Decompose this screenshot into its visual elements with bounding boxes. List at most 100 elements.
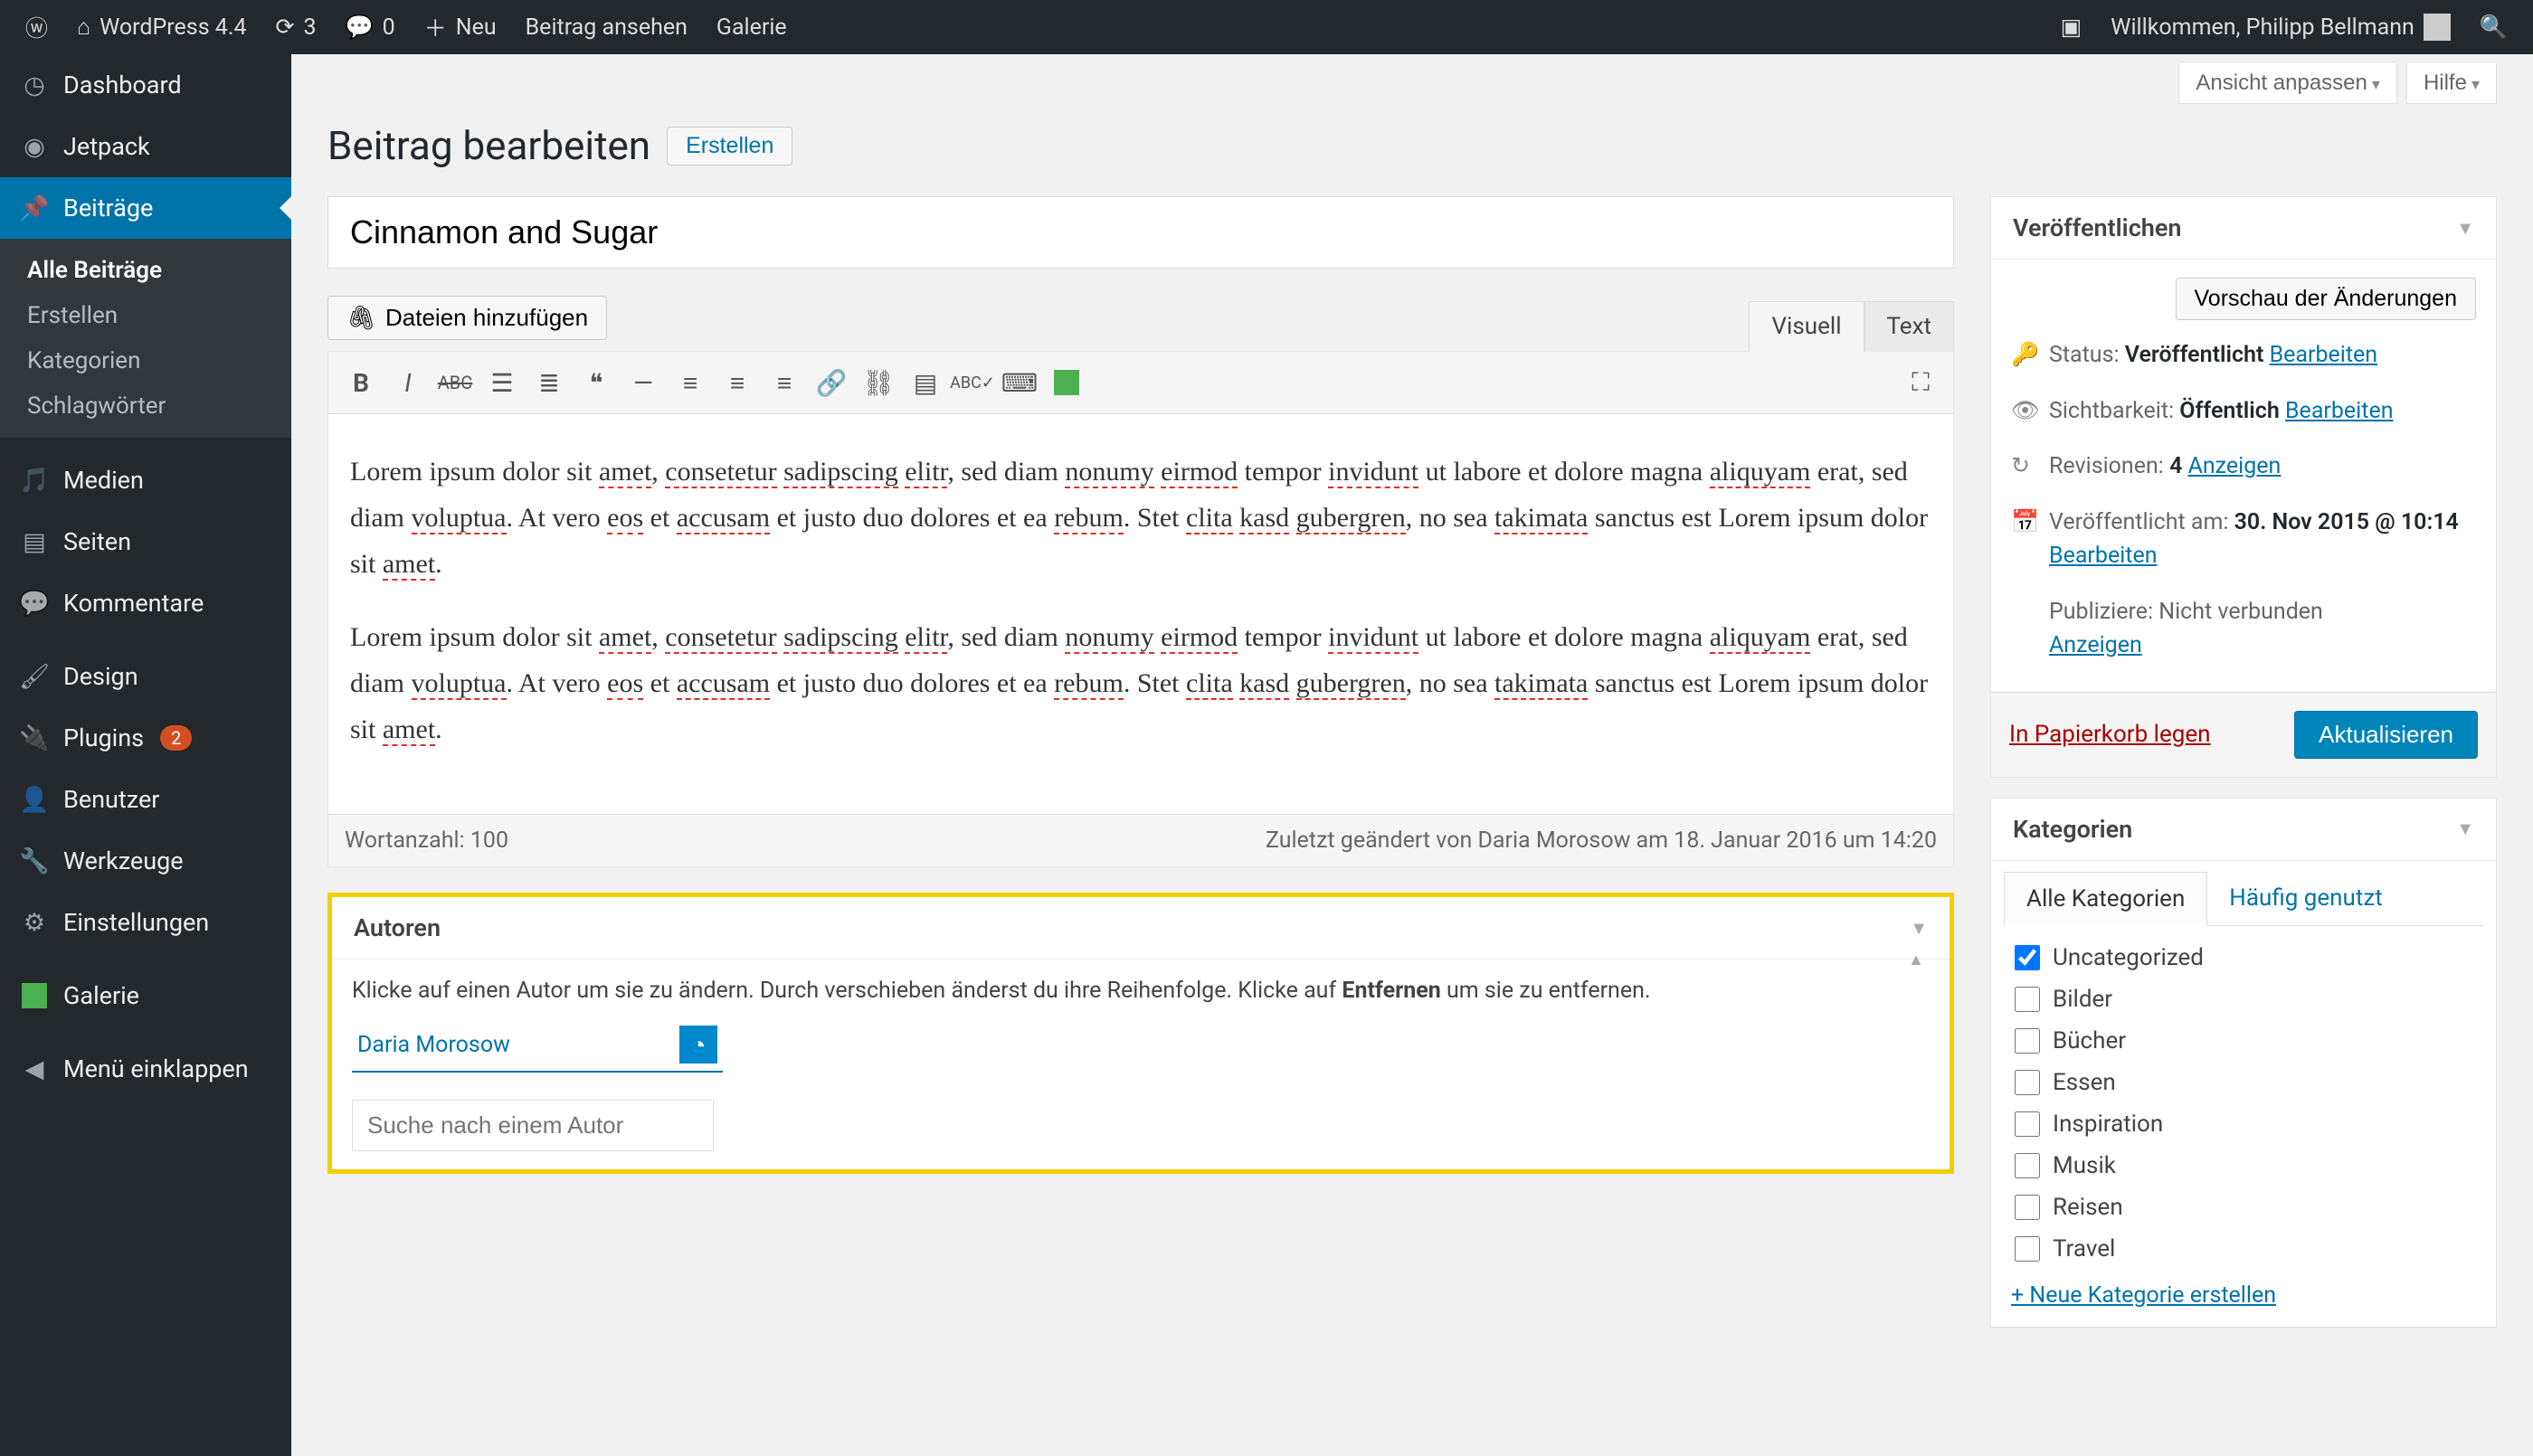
toolbar-toggle-button[interactable]: ⌨ [998,361,1041,404]
category-item[interactable]: Essen [2011,1062,2471,1103]
notifications-button[interactable]: ▣ [2046,0,2097,54]
publish-metabox-header[interactable]: Veröffentlichen▼ [1991,197,2496,260]
tab-most-used-categories[interactable]: Häufig genutzt [2207,872,2404,925]
category-item[interactable]: Reisen [2011,1187,2471,1228]
comments-count: 0 [383,14,395,41]
sidebar-item-kommentare[interactable]: 💬Kommentare [0,572,291,634]
preview-button[interactable]: Vorschau der Änderungen [2176,278,2477,320]
author-chip[interactable]: Daria Morosow◔ [352,1018,723,1073]
category-checkbox[interactable] [2015,1111,2040,1137]
tab-visual[interactable]: Visuell [1749,301,1864,352]
sidebar-item-design[interactable]: 🖌Design [0,645,291,707]
sidebar-item-seiten[interactable]: ▤Seiten [0,511,291,572]
hr-button[interactable]: — [621,361,665,404]
avatar [2424,14,2451,41]
category-checkbox[interactable] [2015,1028,2040,1054]
align-left-button[interactable]: ≡ [669,361,712,404]
toolbar-gallery[interactable]: Galerie [702,0,802,54]
wp-logo[interactable]: ⓦ [11,0,62,54]
content-area: Ansicht anpassen Hilfe Beitrag bearbeite… [291,54,2533,1456]
edit-status-link[interactable]: Bearbeiten [2270,342,2378,368]
editor-body[interactable]: Lorem ipsum dolor sit amet, consetetur s… [328,414,1953,814]
site-name[interactable]: ⌂WordPress 4.4 [62,0,261,54]
bold-button[interactable]: B [339,361,383,404]
pin-icon: 📌 [18,192,51,224]
sidebar-item-beiträge[interactable]: 📌Beiträge [0,177,291,239]
align-center-button[interactable]: ≡ [716,361,759,404]
updates-count: 3 [303,14,316,41]
authors-metabox-header[interactable]: Autoren▼ [332,897,1950,960]
category-item[interactable]: Uncategorized [2011,937,2471,979]
sidebar-item-werkzeuge[interactable]: 🔧Werkzeuge [0,830,291,892]
italic-button[interactable]: I [386,361,430,404]
category-item[interactable]: Musik [2011,1145,2471,1187]
publicize-show-link[interactable]: Anzeigen [2049,632,2142,658]
category-checkbox[interactable] [2015,1195,2040,1220]
trash-link[interactable]: In Papierkorb legen [2009,721,2211,748]
category-item[interactable]: Bücher [2011,1020,2471,1062]
post-title-input[interactable] [327,196,1954,269]
updates[interactable]: ⟳3 [261,0,331,54]
update-button[interactable]: Aktualisieren [2294,711,2478,759]
chevron-down-icon: ▼ [2456,217,2474,240]
add-media-button[interactable]: 🖇Dateien hinzufügen [327,296,607,340]
appearance-icon: 🖌 [18,660,51,693]
category-checkbox[interactable] [2015,945,2040,970]
view-post[interactable]: Beitrag ansehen [511,0,702,54]
submenu-item-alle-beiträge[interactable]: Alle Beiträge [0,248,291,293]
category-checkbox[interactable] [2015,1153,2040,1178]
sidebar-item-plugins[interactable]: 🔌Plugins2 [0,707,291,769]
categories-metabox-header[interactable]: Kategorien▼ [1991,799,2496,861]
help-button[interactable]: Hilfe [2406,63,2497,104]
authors-metabox: Autoren▼ ▲ Klicke auf einen Autor um sie… [327,893,1954,1174]
category-checkbox[interactable] [2015,987,2040,1012]
new-content[interactable]: ＋Neu [410,0,511,54]
fullscreen-button[interactable]: ⛶ [1899,361,1942,404]
sidebar-item-menü-einklappen[interactable]: ◀Menü einklappen [0,1037,291,1100]
screen-options-button[interactable]: Ansicht anpassen [2178,63,2397,104]
more-button[interactable]: ▤ [904,361,947,404]
spellcheck-button[interactable]: ABC✓ [951,361,994,404]
comments[interactable]: 💬0 [331,0,410,54]
strikethrough-button[interactable]: ABC [433,361,477,404]
chat-icon: ▣ [2061,14,2082,41]
category-checkbox[interactable] [2015,1070,2040,1095]
editor: B I ABC ☰ ≣ ❝ — ≡ ≡ ≡ 🔗 ⛓ ▤ ABC✓ [327,351,1954,867]
sidebar-item-jetpack[interactable]: ◉Jetpack [0,116,291,177]
sidebar-item-dashboard[interactable]: ◷Dashboard [0,54,291,116]
browse-revisions-link[interactable]: Anzeigen [2188,453,2282,479]
tab-all-categories[interactable]: Alle Kategorien [2004,872,2207,926]
unlink-button[interactable]: ⛓ [857,361,900,404]
category-item[interactable]: Travel [2011,1228,2471,1270]
toolbar-search[interactable]: 🔍 [2465,0,2522,54]
edit-date-link[interactable]: Bearbeiten [2049,543,2158,569]
site-name-label: WordPress 4.4 [100,14,246,41]
sidebar-item-einstellungen[interactable]: ⚙Einstellungen [0,892,291,953]
chevron-down-icon: ▼ [2456,818,2474,840]
gallery-shortcode-button[interactable] [1045,361,1088,404]
sidebar-item-galerie[interactable]: Galerie [0,964,291,1026]
add-category-link[interactable]: + Neue Kategorie erstellen [2011,1282,2476,1309]
align-right-button[interactable]: ≡ [763,361,806,404]
link-button[interactable]: 🔗 [810,361,853,404]
category-checkbox[interactable] [2015,1236,2040,1262]
comment-icon: 💬 [346,14,374,41]
media-icon: 🖇 [346,304,376,332]
pages-icon: ▤ [18,525,51,558]
sidebar-item-benutzer[interactable]: 👤Benutzer [0,769,291,830]
author-search-input[interactable] [352,1100,714,1151]
submenu-item-erstellen[interactable]: Erstellen [0,293,291,338]
my-account[interactable]: Willkommen, Philipp Bellmann [2096,0,2465,54]
numbered-list-button[interactable]: ≣ [527,361,571,404]
submenu-item-kategorien[interactable]: Kategorien [0,338,291,383]
sort-arrow-icon[interactable]: ▲ [1908,950,1924,969]
submenu-item-schlagwörter[interactable]: Schlagwörter [0,383,291,429]
tab-text[interactable]: Text [1864,301,1954,352]
blockquote-button[interactable]: ❝ [574,361,618,404]
add-new-button[interactable]: Erstellen [667,127,792,165]
sidebar-item-medien[interactable]: 🎵Medien [0,449,291,511]
category-item[interactable]: Inspiration [2011,1103,2471,1145]
edit-visibility-link[interactable]: Bearbeiten [2285,398,2394,424]
bullet-list-button[interactable]: ☰ [480,361,524,404]
category-item[interactable]: Bilder [2011,979,2471,1020]
